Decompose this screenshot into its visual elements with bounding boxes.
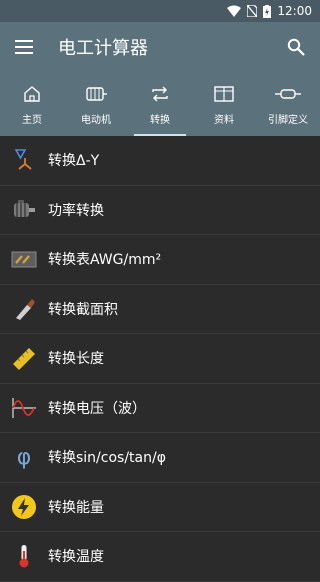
tab-label: 资料 [214,114,234,126]
list-item[interactable]: 转换截面积 [0,285,320,334]
list-item[interactable]: 转换长度 [0,334,320,384]
tab-docs[interactable]: 资料 [192,72,256,136]
thermometer-icon [0,543,48,569]
motor-photo-icon [0,198,48,222]
list-item-label: 转换sin/cos/tan/φ [48,450,166,467]
phi-icon: φ [16,444,32,470]
wifi-icon [227,5,242,17]
motor-icon [84,83,108,105]
ruler-icon [0,346,48,371]
lightning-icon [0,494,48,520]
list-item[interactable]: 转换电压（波） [0,384,320,433]
tab-label: 引脚定义 [268,114,308,126]
list-item[interactable]: 功率转换 [0,186,320,235]
list-item-label: 转换温度 [48,549,104,566]
home-icon [23,83,41,105]
tab-pinout[interactable]: 引脚定义 [256,72,320,136]
list-item-label: 转换截面积 [48,301,118,318]
convert-icon [150,83,170,105]
delta-star-icon [0,148,48,172]
page-title: 电工计算器 [58,38,148,59]
list-item-label: 功率转换 [48,202,104,219]
tab-label: 主页 [22,114,42,126]
list-item-label: 转换电压（波） [48,400,146,417]
book-icon [214,83,234,105]
list-item-label: 转换表AWG/mm² [48,252,162,269]
app-bar: 电工计算器 [0,22,320,72]
list-item[interactable]: φ 转换sin/cos/tan/φ [0,433,320,483]
tab-convert[interactable]: 转换 [128,72,192,136]
list-item-label: 转换能量 [48,499,104,516]
list-item[interactable]: 转换温度 [0,532,320,582]
tab-motor[interactable]: 电动机 [64,72,128,136]
tab-label: 电动机 [81,114,111,126]
search-icon[interactable] [284,35,308,59]
tab-home[interactable]: 主页 [0,72,64,136]
battery-charging-icon [263,4,272,18]
tab-bar: 主页 电动机 转换 资料 引脚定义 [0,72,320,136]
tab-label: 转换 [150,114,170,126]
list-item-label: 转换长度 [48,351,104,368]
convert-list: 转换Δ-Y 功率转换 转换表AWG/mm² 转换截面积 转换长度 转换电压（波）… [0,136,320,582]
cable-icon [0,297,48,321]
list-item-label: 转换Δ-Y [48,153,100,170]
sine-wave-icon [0,396,48,420]
no-sim-icon [247,5,258,17]
list-item[interactable]: 转换表AWG/mm² [0,235,320,285]
menu-icon[interactable] [12,35,36,59]
status-time: 12:00 [277,4,312,18]
list-item[interactable]: 转换能量 [0,483,320,532]
wire-gauge-icon [0,247,48,271]
list-item[interactable]: 转换Δ-Y [0,136,320,186]
status-bar: 12:00 [0,0,320,22]
connector-icon [275,83,301,105]
